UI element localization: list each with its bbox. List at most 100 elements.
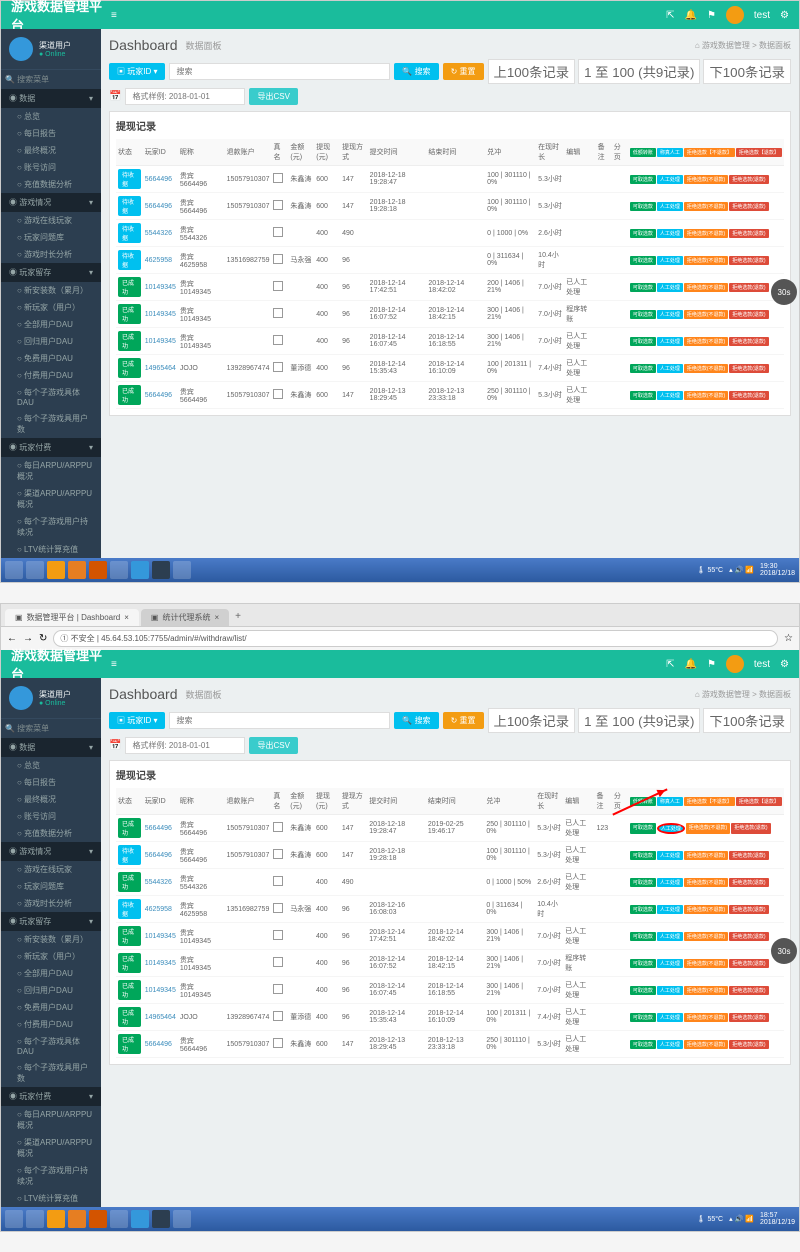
row-action[interactable]: 人工处理 xyxy=(657,986,683,995)
row-action[interactable]: 拒绝选款(退款) xyxy=(729,1013,768,1022)
copy-icon[interactable] xyxy=(273,389,283,399)
prev-page-button[interactable]: 上100条记录 xyxy=(488,59,576,84)
sidebar-item[interactable]: ○ 每个子游戏具用户数 xyxy=(1,1059,101,1087)
row-action[interactable]: 拒绝选款(退款) xyxy=(729,959,768,968)
row-action[interactable]: 拒绝选款(不退款) xyxy=(684,283,728,292)
new-tab-icon[interactable]: + xyxy=(231,607,245,626)
row-action[interactable]: 拒绝选款(不退款) xyxy=(684,959,728,968)
start-icon[interactable] xyxy=(5,561,23,579)
row-action[interactable]: 人工处理 xyxy=(657,878,683,887)
task-icon[interactable] xyxy=(47,1210,65,1228)
calendar-icon[interactable]: 📅 xyxy=(109,740,121,751)
task-icon[interactable] xyxy=(152,1210,170,1228)
player-id[interactable]: 10149345 xyxy=(143,977,178,1004)
header-action[interactable]: 称真人工 xyxy=(657,148,683,157)
sidebar-item[interactable]: ○ 付费用户DAU xyxy=(1,1016,101,1033)
sidebar-item[interactable]: ○ 游戏时长分析 xyxy=(1,895,101,912)
reload-icon[interactable]: ↻ xyxy=(39,633,47,644)
row-action[interactable]: 人工处理 xyxy=(657,310,683,319)
sidebar-item[interactable]: ○ 每日ARPU/ARPPU概况 xyxy=(1,457,101,485)
row-action[interactable]: 人工处理 xyxy=(657,256,683,265)
browser-tab[interactable]: ▣ 统计代理系统 × xyxy=(141,609,229,626)
sidebar-item[interactable]: ○ 每日ARPU/ARPPU概况 xyxy=(1,1106,101,1134)
row-action[interactable]: 可取选款 xyxy=(630,310,656,319)
row-action[interactable]: 拒绝选款(退款) xyxy=(729,256,768,265)
row-action[interactable]: 可取选款 xyxy=(630,932,656,941)
row-action[interactable]: 可取选款 xyxy=(630,1040,656,1049)
task-icon[interactable] xyxy=(110,561,128,579)
tray-icons[interactable]: ▴ 🔊 📶 xyxy=(729,1215,754,1223)
copy-icon[interactable] xyxy=(273,822,283,832)
player-id[interactable]: 5544326 xyxy=(143,869,178,896)
task-icon[interactable] xyxy=(131,561,149,579)
next-page-button[interactable]: 下100条记录 xyxy=(703,708,791,733)
sidebar-heading[interactable]: ◉ 数据▾ xyxy=(1,89,101,108)
player-id[interactable]: 5664496 xyxy=(143,1031,178,1058)
row-action[interactable]: 可取选款 xyxy=(630,905,656,914)
bell-icon[interactable]: 🔔 xyxy=(684,10,696,21)
copy-icon[interactable] xyxy=(273,957,283,967)
row-action[interactable]: 拒绝选款(退款) xyxy=(729,1040,768,1049)
row-action[interactable]: 可取选款 xyxy=(630,337,656,346)
copy-icon[interactable] xyxy=(273,876,283,886)
sidebar-heading[interactable]: ◉ 玩家付费▾ xyxy=(1,1087,101,1106)
user-label[interactable]: test xyxy=(754,659,770,670)
task-icon[interactable] xyxy=(152,561,170,579)
row-action[interactable]: 拒绝选款(不退款) xyxy=(684,905,728,914)
sidebar-item[interactable]: ○ 付费用户DAU xyxy=(1,367,101,384)
sidebar-heading[interactable]: ◉ 游戏情况▾ xyxy=(1,193,101,212)
row-action[interactable]: 拒绝选款(退款) xyxy=(729,175,768,184)
row-action[interactable]: 可取选款 xyxy=(630,229,656,238)
avatar[interactable] xyxy=(726,655,744,673)
search-button[interactable]: 🔍 搜索 xyxy=(394,63,438,80)
player-id-dropdown[interactable]: ▣ 玩家ID ▾ xyxy=(109,712,165,729)
copy-icon[interactable] xyxy=(273,254,283,264)
task-icon[interactable] xyxy=(89,561,107,579)
row-action[interactable]: 可取选款 xyxy=(630,175,656,184)
player-id[interactable]: 5544326 xyxy=(143,220,178,247)
row-action[interactable]: 拒绝选款(退款) xyxy=(729,364,768,373)
row-action[interactable]: 可取选款 xyxy=(630,986,656,995)
sidebar-item[interactable]: ○ 玩家问题库 xyxy=(1,878,101,895)
reset-button[interactable]: ↻ 重置 xyxy=(443,712,484,729)
date-input[interactable] xyxy=(125,737,245,754)
user-label[interactable]: test xyxy=(754,10,770,21)
task-icon[interactable] xyxy=(68,1210,86,1228)
copy-icon[interactable] xyxy=(273,984,283,994)
export-csv-button[interactable]: 导出CSV xyxy=(249,737,297,754)
row-action[interactable]: 拒绝选款(退款) xyxy=(729,202,768,211)
row-action[interactable]: 可取选款 xyxy=(630,851,656,860)
player-id[interactable]: 10149345 xyxy=(143,301,178,328)
player-id[interactable]: 5664496 xyxy=(143,193,178,220)
row-action[interactable]: 拒绝选款(退款) xyxy=(729,905,768,914)
sidebar-item[interactable]: ○ 新安装数（累月） xyxy=(1,931,101,948)
avatar[interactable] xyxy=(726,6,744,24)
row-action[interactable]: 可取选款 xyxy=(630,364,656,373)
task-icon[interactable] xyxy=(47,561,65,579)
sidebar-item[interactable]: ○ 每日报告 xyxy=(1,774,101,791)
sidebar-item[interactable]: ○ 充值数据分析 xyxy=(1,825,101,842)
sidebar-item[interactable]: ○ 总览 xyxy=(1,757,101,774)
player-id[interactable]: 5664496 xyxy=(143,166,178,193)
row-action[interactable]: 拒绝选款(退款) xyxy=(729,391,768,400)
player-id[interactable]: 14965464 xyxy=(143,355,178,382)
search-input[interactable] xyxy=(169,712,390,729)
url-input[interactable]: ① 不安全 | 45.64.53.105:7755/admin/#/withdr… xyxy=(53,630,778,647)
sidebar-item[interactable]: ○ 每个子游戏用户持续况 xyxy=(1,1162,101,1190)
browser-tab-active[interactable]: ▣ 数据管理平台 | Dashboard × xyxy=(5,609,139,626)
row-action[interactable]: 人工处理 xyxy=(657,932,683,941)
sidebar-heading[interactable]: ◉ 玩家付费▾ xyxy=(1,438,101,457)
player-id[interactable]: 5664496 xyxy=(143,842,178,869)
flag-icon[interactable]: ⚑ xyxy=(707,10,716,21)
player-id[interactable]: 10149345 xyxy=(143,950,178,977)
row-action[interactable]: 拒绝选款(不退款) xyxy=(686,823,730,834)
float-timer[interactable]: 30s xyxy=(771,279,797,305)
sidebar-item[interactable]: ○ 每个子游戏具用户数 xyxy=(1,410,101,438)
header-action[interactable]: 称真人工 xyxy=(657,797,683,806)
row-action[interactable]: 人工处理 xyxy=(657,283,683,292)
sidebar-item[interactable]: ○ 最终概况 xyxy=(1,791,101,808)
copy-icon[interactable] xyxy=(273,849,283,859)
row-action[interactable]: 拒绝选款(不退款) xyxy=(684,310,728,319)
row-action[interactable]: 可取选款 xyxy=(630,1013,656,1022)
row-action[interactable]: 拒绝选款(不退款) xyxy=(684,851,728,860)
